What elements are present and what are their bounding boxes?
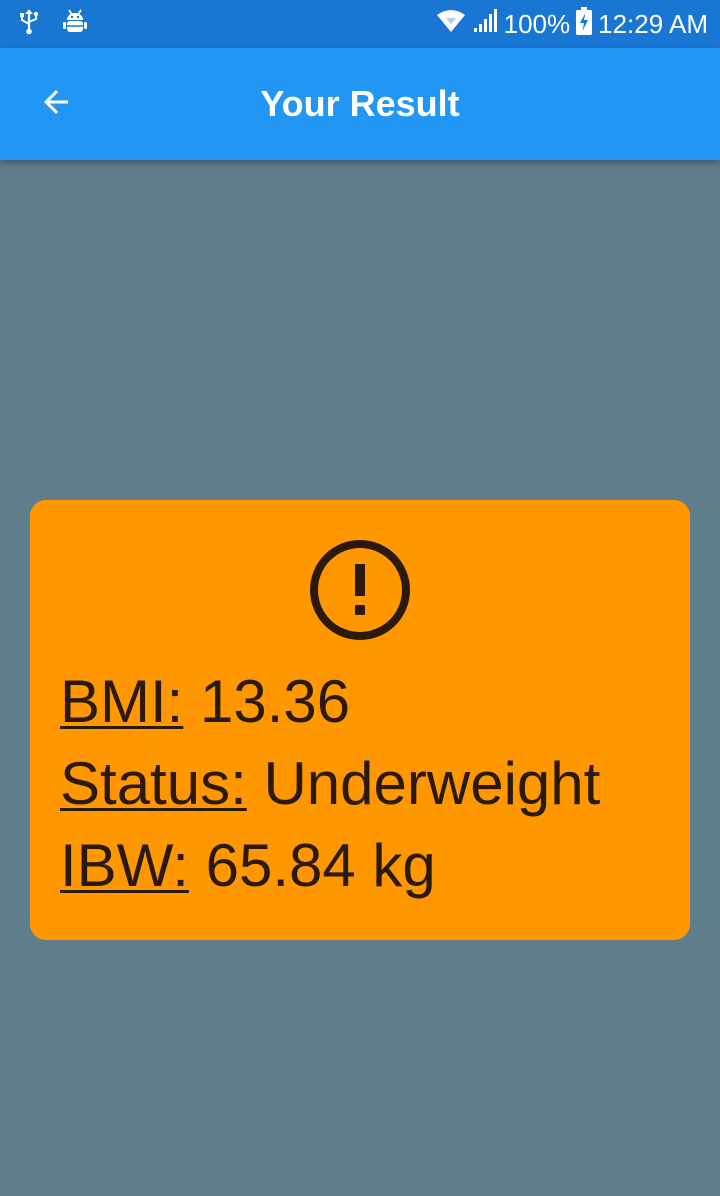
ibw-label: IBW: [60, 832, 189, 899]
battery-percent: 100% [503, 9, 571, 39]
bmi-label: BMI: [60, 668, 184, 735]
signal-icon [472, 8, 498, 41]
status-left-icons [18, 9, 88, 40]
status-label: Status: [60, 750, 247, 817]
bmi-row: BMI: 13.36 [60, 666, 350, 738]
battery-charging-icon [576, 6, 593, 42]
page-title: Your Result [260, 83, 460, 124]
status-row: Status: Underweight [60, 748, 600, 820]
ibw-row: IBW: 65.84 kg [60, 830, 436, 902]
usb-icon [18, 9, 40, 40]
error-outline-icon [308, 538, 412, 642]
back-button[interactable] [28, 76, 84, 132]
ibw-value: 65.84 kg [205, 832, 436, 899]
status-right-icons: 100% 12:29 AM [436, 6, 708, 42]
status-bar: 100% 12:29 AM [0, 0, 720, 48]
wifi-icon [436, 9, 466, 40]
arrow-back-icon [38, 84, 74, 125]
result-card: BMI: 13.36 Status: Underweight IBW: 65.8… [30, 500, 690, 940]
app-bar: Your Result [0, 48, 720, 160]
android-debug-icon [62, 9, 88, 40]
bmi-value: 13.36 [200, 668, 351, 735]
clock: 12:29 AM [598, 9, 708, 39]
status-value: Underweight [263, 750, 601, 817]
